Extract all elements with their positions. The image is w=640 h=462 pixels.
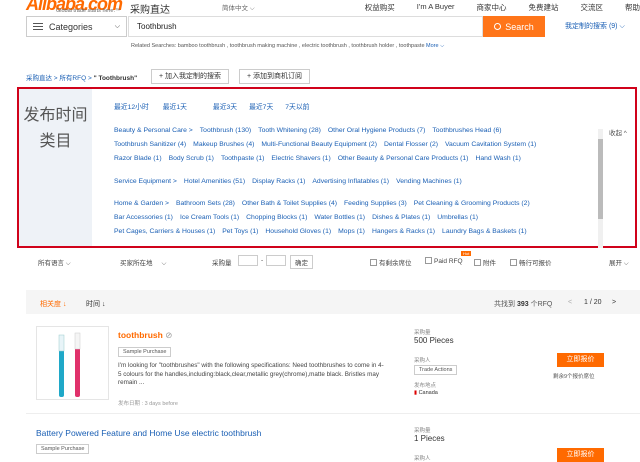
quotable-checkbox[interactable]: 畅行可报价 <box>510 257 552 267</box>
page-indicator: 1 / 20 <box>584 299 602 306</box>
prev-page-icon[interactable]: < <box>568 299 572 306</box>
sort-relevance[interactable]: 相关度 ↓ <box>40 299 66 309</box>
top-nav: 权益购买 I'm A Buyer 商家中心 免费建站 交流区 帮助 <box>343 2 640 13</box>
menu-icon <box>33 23 43 30</box>
nav-item[interactable]: 帮助 <box>625 2 640 13</box>
category-row: Pet Cages, Carriers & Houses (1) Pet Toys… <box>114 228 527 235</box>
my-subscriptions-link[interactable]: 我定制的搜索 (9) ⌵ <box>565 21 625 31</box>
quote-now-button[interactable]: 立即报价 <box>557 353 604 367</box>
next-page-icon[interactable]: > <box>612 299 616 306</box>
related-searches: Related Searches: bamboo toothbrush , to… <box>131 43 445 49</box>
category-scrollbar[interactable] <box>598 129 603 248</box>
category-row: Service Equipment > Hotel Amenities (51) D… <box>114 178 462 185</box>
rfq-card: Battery Powered Feature and Home Use ele… <box>26 420 640 462</box>
attachment-checkbox[interactable]: 附件 <box>474 257 496 267</box>
quantity-label: 采购量 <box>212 260 232 267</box>
alibaba-logo[interactable]: Alibaba.com Global trade starts here.™ <box>26 0 126 16</box>
canada-flag-icon: ▮ <box>414 390 418 396</box>
rfq-location: ▮ Canada <box>414 390 438 396</box>
sample-purchase-tag: Sample Purchase <box>36 444 90 454</box>
hot-badge: Hot <box>461 251 472 256</box>
add-custom-search-button[interactable]: + 加入我定制的搜索 <box>151 69 230 84</box>
breadcrumb: 采购直达 > 所有RFQ > " Toothbrush" <box>26 75 138 82</box>
category-row: Bar Accessories (1) Ice Cream Tools (1) Ch… <box>114 214 479 221</box>
category-row: Toothbrush Sanitizer (4) Makeup Brushes (… <box>114 141 537 148</box>
nav-item[interactable]: 交流区 <box>581 2 604 13</box>
collapse-toggle[interactable]: 收起 ^ <box>609 127 627 137</box>
sort-bar: 相关度 ↓ 时间 ↓ 共找到 393 个RFQ < 1 / 20 > <box>26 290 640 314</box>
rfq-title[interactable]: toothbrush ⊘ <box>118 330 172 341</box>
quote-now-button[interactable]: 立即报价 <box>557 448 604 462</box>
paid-rfq-checkbox[interactable]: Paid RFQ <box>425 257 463 265</box>
category-select[interactable]: Categories ⌵ <box>26 16 127 37</box>
product-thumbnail[interactable] <box>36 326 109 400</box>
rfq-card: toothbrush ⊘ Sample Purchase I'm looking… <box>26 320 640 414</box>
site-title[interactable]: 采购直达 <box>130 1 170 16</box>
region-filter[interactable]: 买家所在地 ⌵ <box>120 257 166 268</box>
quantity-ok-button[interactable]: 确定 <box>290 255 313 269</box>
quantity-max-input[interactable] <box>266 255 286 266</box>
sort-time[interactable]: 时间 ↓ <box>86 299 105 309</box>
time-filter-options: 最近12小时 最近1天 最近3天 最近7天 7天以前 <box>114 104 310 111</box>
sample-purchase-tag: Sample Purchase <box>118 347 172 357</box>
rfq-date: 发布日期 : 3 days before <box>118 401 178 407</box>
remaining-seats-checkbox[interactable]: 有剩余席位 <box>370 257 412 267</box>
nav-item[interactable]: 权益购买 <box>365 2 395 13</box>
rfq-quantity: 500 Pieces <box>414 336 454 345</box>
filter-panel: 发布时间 最近12小时 最近1天 最近3天 最近7天 7天以前 类目 Beauty & … <box>17 87 637 248</box>
nav-item[interactable]: I'm A Buyer <box>417 2 455 13</box>
chevron-down-icon: ⌵ <box>114 22 120 30</box>
rfq-quantity: 1 Pieces <box>414 434 445 443</box>
language-select[interactable]: 简体中文 ⌵ <box>222 2 255 13</box>
time-filter-label: 发布时间 <box>23 107 88 124</box>
secondary-filter-bar: 所有语言 ⌵ 买家所在地 ⌵ 采购量 - 确定 有剩余席位 Paid RFQ 附… <box>38 255 629 269</box>
search-button[interactable]: Search <box>483 16 545 37</box>
header: Alibaba.com Global trade starts here.™ 采… <box>0 0 640 70</box>
category-row: Razor Blade (1) Body Scrub (1) Toothpaste … <box>114 155 521 162</box>
expand-toggle[interactable]: 展开 ⌵ <box>609 257 629 268</box>
more-link[interactable]: More <box>426 43 439 49</box>
subscribe-button[interactable]: + 添加到商机订阅 <box>239 69 311 84</box>
toothbrush-image <box>58 332 81 397</box>
search-icon <box>494 23 502 30</box>
rfq-title[interactable]: Battery Powered Feature and Home Use ele… <box>36 428 261 438</box>
category-row: Beauty & Personal Care > Toothbrush (130)… <box>114 127 502 134</box>
category-row: Home & Garden > Bathroom Sets (28) Other B… <box>114 200 530 207</box>
scrollbar-thumb[interactable] <box>598 139 603 219</box>
nav-item[interactable]: 免费建站 <box>529 2 559 13</box>
rfq-description: I'm looking for "toothbrushes" with the … <box>118 362 384 386</box>
buyer-tag: Trade Actions <box>414 365 458 375</box>
related-links[interactable]: bamboo toothbrush , toothbrush making ma… <box>178 43 425 49</box>
results-count: 共找到 393 个RFQ <box>494 301 553 308</box>
quantity-min-input[interactable] <box>238 255 258 266</box>
remaining-seats: 剩余9个报价席位 <box>553 374 595 380</box>
search-input[interactable]: Toothbrush <box>128 16 483 37</box>
nav-item[interactable]: 商家中心 <box>477 2 507 13</box>
category-filter-label: 类目 <box>39 133 72 150</box>
language-filter[interactable]: 所有语言 ⌵ <box>38 257 71 268</box>
attachment-icon: ⊘ <box>165 330 173 340</box>
